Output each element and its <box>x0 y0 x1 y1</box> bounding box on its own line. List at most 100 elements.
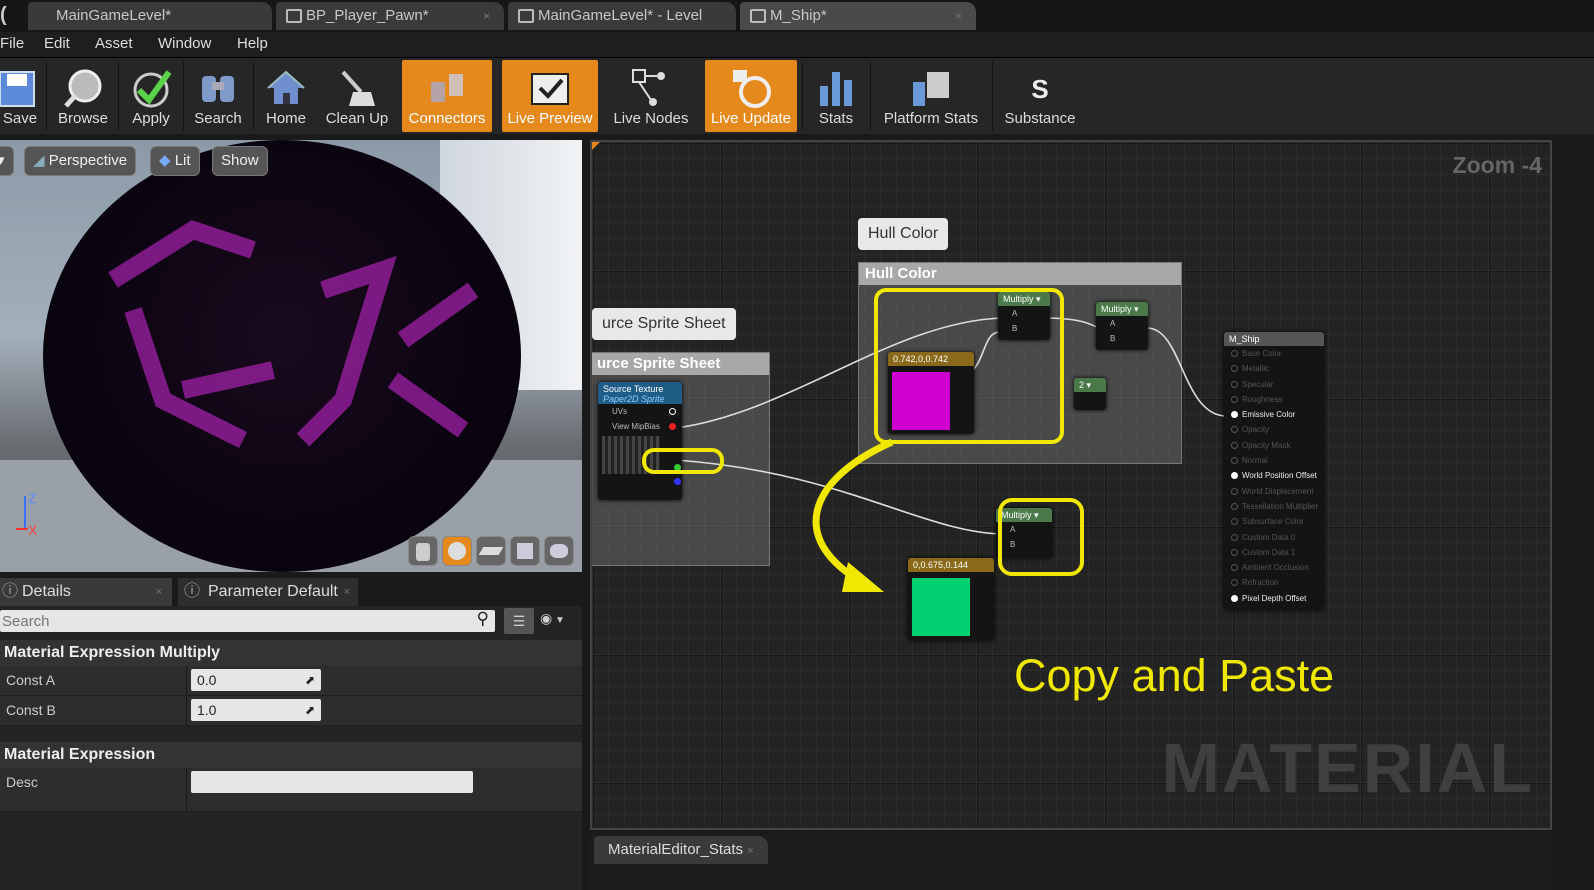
const-a-row: Const A 0.0 ⬈ <box>0 666 582 696</box>
teapot-icon <box>550 544 568 558</box>
desc-label: Desc <box>6 774 38 790</box>
tab-material-editor-stats[interactable]: MaterialEditor_Stats × <box>594 836 768 864</box>
home-button[interactable]: Home <box>258 60 314 132</box>
live-update-button[interactable]: Live Update <box>705 60 797 132</box>
stats-panel: MaterialEditor_Stats × <box>588 834 1552 890</box>
connectors-label: Connectors <box>408 110 486 127</box>
cylinder-icon <box>416 543 430 561</box>
close-icon[interactable]: × <box>156 578 162 606</box>
connectors-button[interactable]: Connectors <box>402 60 492 132</box>
platform-stats-label: Platform Stats <box>883 110 979 127</box>
details-search-bar: ⚲ <box>0 609 495 632</box>
separator <box>46 62 47 130</box>
const-b-label: Const B <box>6 702 56 718</box>
list-icon: ☰ <box>512 613 526 629</box>
cylinder-preview-button[interactable] <box>408 536 438 566</box>
desc-input[interactable] <box>191 771 473 793</box>
menu-window[interactable]: Window <box>158 35 211 52</box>
substance-button[interactable]: S Substance <box>998 60 1082 132</box>
sphere-preview-button[interactable] <box>442 536 472 566</box>
material-graph-editor[interactable]: Zoom -4 MATERIAL urce Sprite Sheet urce … <box>590 140 1552 830</box>
section-material-expression-multiply[interactable]: Material Expression Multiply <box>0 640 582 666</box>
search-icon[interactable]: ⚲ <box>477 609 489 629</box>
list-view-button[interactable]: ☰ <box>504 608 534 634</box>
lit-label: Lit <box>174 152 191 169</box>
tab-label: MainGameLevel* - Level <box>538 7 703 24</box>
connectors-icon <box>431 74 463 102</box>
tab-bp-player-pawn[interactable]: BP_Player_Pawn* × <box>276 2 504 30</box>
live-preview-button[interactable]: Live Preview <box>502 60 598 132</box>
perspective-button[interactable]: ◢ Perspective <box>24 146 137 176</box>
visibility-dropdown[interactable]: ◉ ▼ <box>540 610 580 632</box>
live-nodes-label: Live Nodes <box>613 110 689 127</box>
right-collapsed-panel <box>1558 140 1594 890</box>
const-a-value: 0.0 <box>197 672 217 688</box>
separator <box>870 62 871 130</box>
details-panel: ⓘ Details × ⓘ Parameter Default × ⚲ ☰ ◉ … <box>0 576 582 890</box>
tab-main-game-level[interactable]: MainGameLevel* <box>28 2 272 30</box>
toolbar: Save Browse Apply Search Home Clean Up C… <box>0 58 1594 134</box>
column-divider <box>186 768 187 812</box>
clean-up-button[interactable]: Clean Up <box>322 60 392 132</box>
save-button[interactable]: Save <box>0 60 40 132</box>
drag-icon[interactable]: ⬈ <box>305 669 315 691</box>
preview-viewport[interactable]: ▾ ◢ Perspective ◆ Lit Show Z X <box>0 140 582 572</box>
close-icon[interactable]: × <box>483 2 490 30</box>
cube-preview-button[interactable] <box>510 536 540 566</box>
tab-parameter-default[interactable]: ⓘ Parameter Default × <box>178 578 358 606</box>
axis-z-line <box>24 496 26 530</box>
home-icon <box>267 70 305 104</box>
menu-asset[interactable]: Asset <box>95 35 133 52</box>
tab-main-game-level-level[interactable]: MainGameLevel* - Level <box>508 2 736 30</box>
plane-preview-button[interactable] <box>476 536 506 566</box>
details-icon: ⓘ <box>2 583 19 600</box>
close-icon[interactable]: × <box>955 2 962 30</box>
tab-details-label: Details <box>22 583 71 600</box>
binoculars-icon <box>202 76 234 102</box>
separator <box>992 62 993 130</box>
material-preview-sphere <box>43 140 521 572</box>
tab-m-ship[interactable]: M_Ship* × <box>740 2 976 30</box>
home-label: Home <box>265 110 306 127</box>
eye-icon: ◉ <box>540 610 553 626</box>
axis-x-label: X <box>28 522 38 538</box>
level-icon <box>518 9 534 23</box>
lit-button[interactable]: ◆ Lit <box>150 146 200 176</box>
drag-icon[interactable]: ⬈ <box>305 699 315 721</box>
browse-button[interactable]: Browse <box>52 60 114 132</box>
close-icon[interactable]: × <box>344 578 350 606</box>
search-button[interactable]: Search <box>188 60 248 132</box>
menu-file[interactable]: File <box>0 35 24 52</box>
live-nodes-button[interactable]: Live Nodes <box>606 60 696 132</box>
menu-edit[interactable]: Edit <box>44 35 70 52</box>
section-material-expression[interactable]: Material Expression <box>0 742 582 768</box>
const-a-input[interactable]: 0.0 ⬈ <box>191 669 321 691</box>
const-b-input[interactable]: 1.0 ⬈ <box>191 699 321 721</box>
browse-label: Browse <box>57 110 109 127</box>
mesh-preview-button[interactable] <box>544 536 574 566</box>
stats-button[interactable]: Stats <box>808 60 864 132</box>
show-button[interactable]: Show <box>212 146 268 176</box>
stats-tab-label: MaterialEditor_Stats <box>608 841 744 858</box>
separator <box>118 62 119 130</box>
live-update-label: Live Update <box>710 110 792 127</box>
desc-row: Desc <box>0 768 582 812</box>
tab-label: MainGameLevel* <box>56 7 172 24</box>
search-label: Search <box>194 110 242 127</box>
clean-up-label: Clean Up <box>325 110 389 127</box>
sphere-icon <box>448 542 466 560</box>
menu-help[interactable]: Help <box>237 35 268 52</box>
tab-label: M_Ship* <box>770 7 827 24</box>
lit-icon: ◆ <box>159 152 175 169</box>
chevron-down-icon: ▼ <box>552 615 565 626</box>
apply-button[interactable]: Apply <box>124 60 178 132</box>
tab-details[interactable]: ⓘ Details × <box>0 578 172 606</box>
viewport-options-dropdown[interactable]: ▾ <box>0 146 14 176</box>
close-icon[interactable]: × <box>747 845 753 857</box>
separator <box>253 62 254 130</box>
perspective-label: Perspective <box>48 152 128 169</box>
platform-stats-button[interactable]: Platform Stats <box>876 60 986 132</box>
tv-icon <box>531 73 569 105</box>
const-b-row: Const B 1.0 ⬈ <box>0 696 582 726</box>
details-search-input[interactable] <box>0 610 495 632</box>
